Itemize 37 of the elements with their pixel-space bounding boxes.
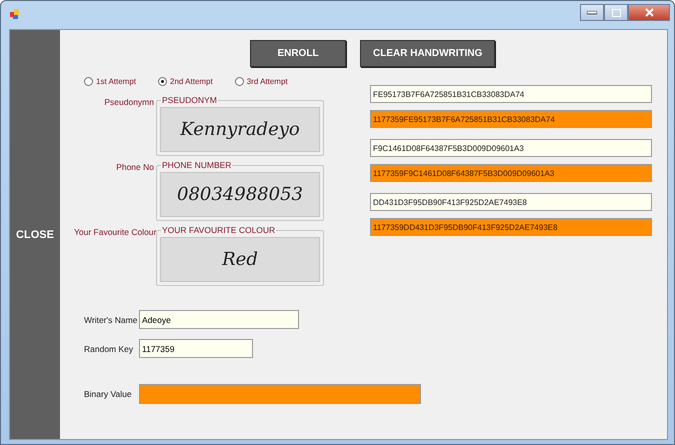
field-label: Random Key — [83, 344, 134, 354]
binary-value-field[interactable] — [139, 384, 421, 404]
ink-pad[interactable]: 08034988053 — [160, 172, 320, 217]
clear-handwriting-button[interactable]: CLEAR HANDWRITING — [360, 40, 496, 67]
name-field[interactable]: Adeoye — [139, 310, 299, 329]
maximize-button[interactable] — [604, 4, 628, 21]
field-label: Binary Value — [83, 389, 133, 399]
field-label: Writer's Name — [83, 314, 138, 324]
hash-field[interactable]: 1177359F9C1461D08F64387F5B3D009D09601A3 — [370, 164, 652, 182]
app-icon — [9, 8, 21, 20]
radio-label: 2nd Attempt — [170, 76, 213, 86]
radio-button[interactable] — [158, 76, 168, 86]
field-label: Pseudonymn — [103, 97, 155, 107]
maximize-icon — [612, 8, 620, 16]
radio-button[interactable] — [234, 76, 244, 86]
group-title: PSEUDONYM — [161, 95, 218, 105]
hash-field[interactable]: 1177359DD431D3F95DB90F413F925D2AE7493E8 — [370, 218, 652, 236]
close-sidebar-button[interactable]: CLOSE — [10, 30, 60, 439]
hash-field[interactable]: FE95173B7F6A725851B31CB33083DA74 — [370, 85, 652, 103]
ink-pad[interactable]: Red — [160, 237, 320, 282]
minimize-icon — [587, 10, 597, 14]
radio-label: 3rd Attempt — [246, 76, 288, 86]
hash-field[interactable]: 1177359FE95173B7F6A725851B31CB33083DA74 — [370, 110, 652, 128]
close-button[interactable] — [628, 4, 670, 21]
minimize-button[interactable] — [580, 4, 604, 21]
key-field[interactable]: 1177359 — [139, 339, 253, 358]
hash-field[interactable]: DD431D3F95DB90F413F925D2AE7493E8 — [370, 193, 652, 211]
radio-button[interactable] — [84, 76, 93, 86]
field-label: Phone No — [115, 162, 155, 172]
ink-pad[interactable]: Kennyradeyo — [160, 107, 320, 152]
radio-label: 1st Attempt — [96, 76, 136, 86]
close-icon — [644, 8, 654, 17]
group-title: YOUR FAVOURITE COLOUR — [161, 225, 276, 235]
group-title: PHONE NUMBER — [161, 160, 232, 170]
enroll-button[interactable]: ENROLL — [250, 40, 346, 67]
field-label: Your Favourite Colour — [74, 227, 156, 237]
hash-field[interactable]: F9C1461D08F64387F5B3D009D09601A3 — [370, 139, 652, 157]
